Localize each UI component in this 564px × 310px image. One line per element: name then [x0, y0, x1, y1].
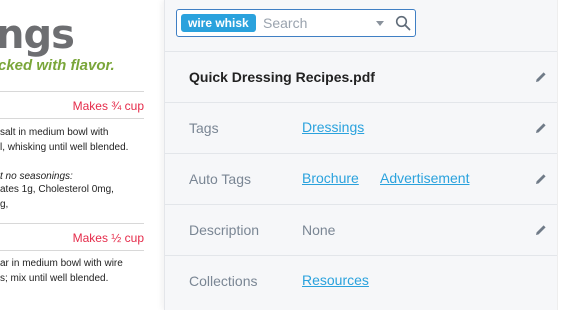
document-divider: [0, 91, 144, 92]
search-bar[interactable]: wire whisk: [176, 9, 416, 37]
collections-label: Collections: [189, 273, 258, 289]
document-title: ngs: [0, 12, 75, 58]
auto-tags-row: Auto Tags Brochure Advertisement: [165, 153, 558, 204]
description-value: None: [302, 222, 336, 238]
recipe-text: g,: [0, 199, 9, 210]
recipe-text: salt in medium bowl with: [0, 127, 109, 138]
recipe-text: ar in medium bowl with wire: [0, 258, 123, 269]
search-filter-chip[interactable]: wire whisk: [181, 14, 256, 32]
document-divider: [0, 118, 144, 119]
auto-tag-link[interactable]: Brochure: [302, 154, 359, 202]
tag-link[interactable]: Dressings: [302, 103, 364, 151]
collection-link[interactable]: Resources: [302, 256, 369, 304]
recipe-text: l, whisking until well blended.: [0, 142, 129, 153]
recipe-yield: Makes ½ cup: [72, 231, 144, 245]
search-input[interactable]: [263, 14, 373, 32]
collections-row: Collections Resources: [165, 255, 558, 306]
recipe-text: t no seasonings:: [0, 171, 73, 182]
document-divider: [0, 223, 144, 224]
pencil-icon[interactable]: [534, 223, 548, 237]
recipe-yield: Makes ¾ cup: [72, 99, 144, 113]
recipe-text: ates 1g, Cholesterol 0mg,: [0, 184, 114, 195]
file-name: Quick Dressing Recipes.pdf: [189, 69, 375, 85]
description-label: Description: [189, 222, 260, 238]
search-icon[interactable]: [395, 15, 411, 31]
auto-tag-link[interactable]: Advertisement: [380, 154, 469, 202]
recipe-text: s; mix until well blended.: [0, 273, 109, 284]
details-panel: wire whisk Quick Dressing Recipes.pdf Ta…: [164, 0, 558, 310]
document-tagline: cked with flavor.: [0, 57, 115, 74]
pencil-icon[interactable]: [534, 121, 548, 135]
tags-row: Tags Dressings: [165, 102, 558, 153]
pencil-icon[interactable]: [534, 70, 548, 84]
auto-tags-label: Auto Tags: [189, 171, 252, 187]
tags-label: Tags: [189, 120, 219, 136]
filename-row: Quick Dressing Recipes.pdf: [165, 51, 558, 102]
description-row: Description None: [165, 204, 558, 255]
pencil-icon[interactable]: [534, 172, 548, 186]
scrollbar[interactable]: [557, 0, 564, 310]
caret-down-icon[interactable]: [376, 21, 384, 26]
document-divider: [0, 250, 144, 251]
document-preview: ngs cked with flavor. Makes ¾ cup salt i…: [0, 0, 164, 310]
